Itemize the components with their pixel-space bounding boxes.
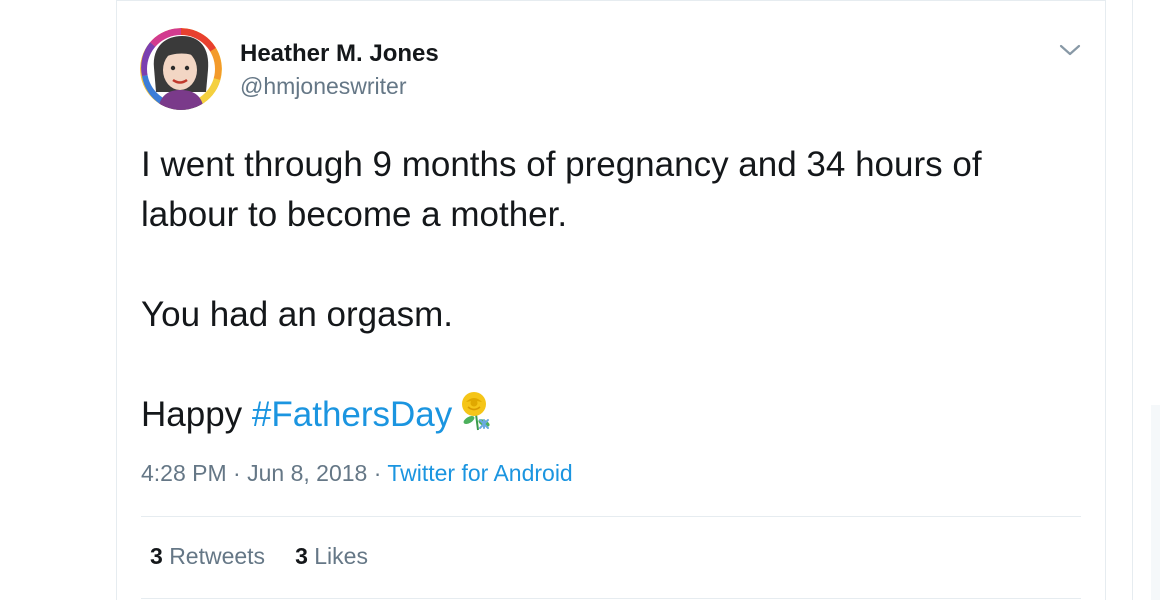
tweet-time[interactable]: 4:28 PM <box>141 460 227 486</box>
tweet-text-prefix: Happy <box>141 395 252 434</box>
tweet-page: Heather M. Jones @hmjoneswriter I went t… <box>0 0 1160 600</box>
tweet-text: I went through 9 months of pregnancy and… <box>141 140 1091 446</box>
retweets-count: 3 <box>150 543 163 569</box>
likes-count: 3 <box>295 543 308 569</box>
retweets-label: Retweets <box>169 543 266 569</box>
divider <box>141 598 1081 599</box>
likes-stat[interactable]: 3 Likes <box>295 543 368 570</box>
tweet-text-line: I went through 9 months of pregnancy and… <box>141 145 982 184</box>
tweet-source-link[interactable]: Twitter for Android <box>387 460 572 486</box>
author-handle[interactable]: @hmjoneswriter <box>240 73 407 100</box>
retweets-stat[interactable]: 3 Retweets <box>150 543 265 570</box>
avatar[interactable] <box>140 28 222 110</box>
chevron-down-icon[interactable] <box>1058 40 1082 60</box>
divider <box>141 516 1081 517</box>
tweet-stats: 3 Retweets 3 Likes <box>150 543 368 570</box>
author-display-name[interactable]: Heather M. Jones <box>240 40 439 68</box>
hashtag-link[interactable]: #FathersDay <box>252 395 452 434</box>
meta-separator: · <box>226 460 248 486</box>
tweet-date[interactable]: Jun 8, 2018 <box>247 460 367 486</box>
meta-separator: · <box>367 460 388 486</box>
tweet-meta: 4:28 PM · Jun 8, 2018 · Twitter for Andr… <box>141 460 573 487</box>
likes-label: Likes <box>314 543 368 569</box>
sidebar-edge <box>1132 0 1160 600</box>
tweet-text-line: You had an orgasm. <box>141 295 453 334</box>
tweet-text-line: labour to become a mother. <box>141 195 568 234</box>
tweet-text-line: Happy #FathersDay <box>141 390 1091 446</box>
yellow-rose-icon <box>454 390 498 446</box>
